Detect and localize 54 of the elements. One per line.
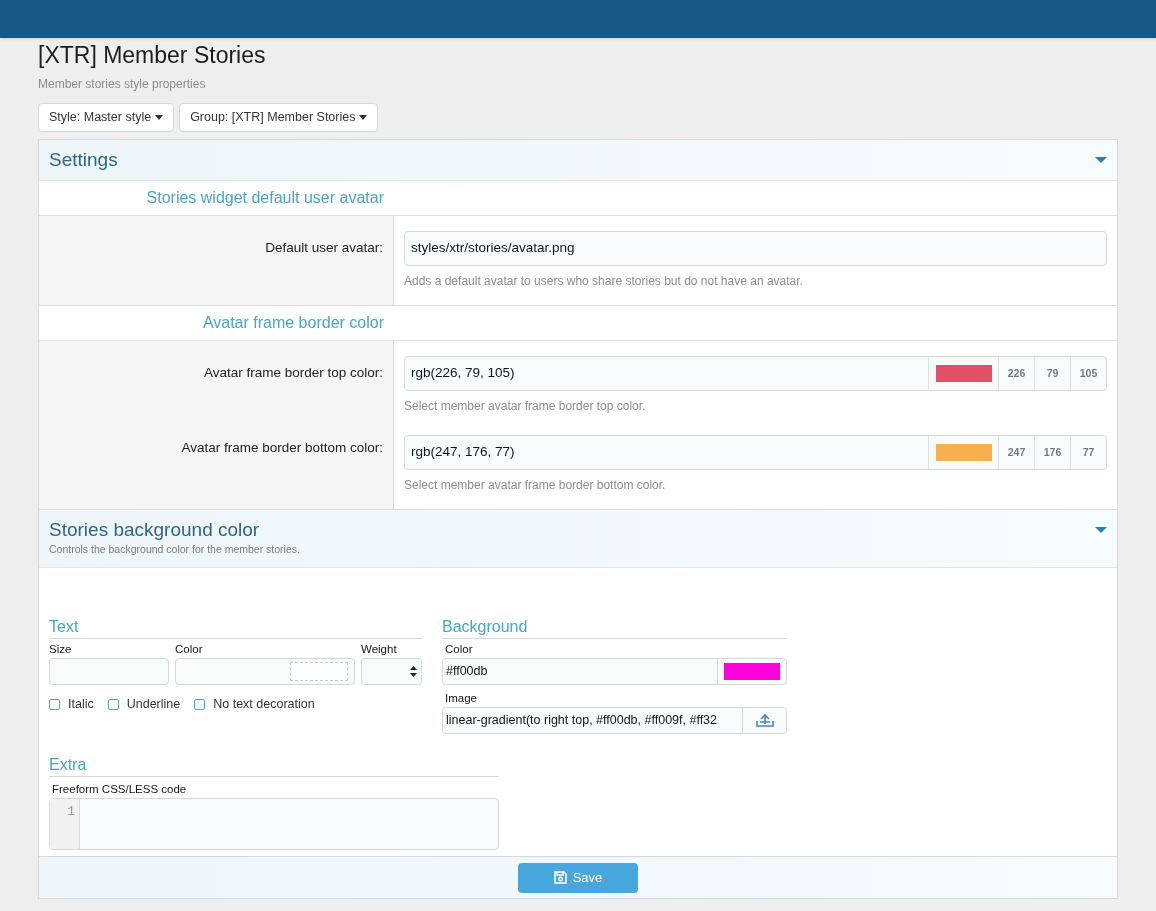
checkbox[interactable] [194, 698, 206, 710]
caret-icon [359, 115, 368, 120]
field-label: Size [49, 642, 73, 657]
channel-value: 226 [998, 357, 1034, 390]
field-label: Image [444, 691, 478, 706]
field-hint: Select member avatar frame border bottom color. [404, 477, 667, 494]
filter-button[interactable]: Group: [XTR] Member Stories [179, 103, 379, 132]
page-description: Member stories style properties [38, 76, 207, 93]
field-hint: Adds a default avatar to users who share stories but do not have an avatar. [404, 273, 804, 290]
channel-value: 79 [1034, 357, 1070, 390]
channel-value: 105 [1070, 357, 1106, 390]
field-label: Weight [361, 642, 398, 657]
filter-button[interactable]: Style: Master style [38, 103, 175, 132]
checkbox[interactable] [107, 698, 119, 710]
weight-select[interactable] [361, 658, 422, 685]
channel-value: 247 [998, 436, 1034, 469]
collapse-caret-icon[interactable] [1095, 156, 1107, 164]
color-swatch[interactable] [935, 365, 992, 382]
group-heading: Avatar frame border color [201, 313, 384, 333]
section-heading: Background [442, 616, 787, 639]
checkbox[interactable] [49, 698, 60, 710]
color-swatch[interactable] [724, 663, 780, 680]
caret-icon [155, 115, 164, 120]
field-label: Color [175, 642, 204, 657]
field-label: Avatar frame border top color: [202, 364, 384, 383]
field-label: Default user avatar: [264, 239, 384, 258]
field-label: Freeform CSS/LESS code [51, 782, 188, 797]
section-heading: Text [49, 616, 422, 639]
channel-value: 77 [1070, 436, 1106, 469]
panel-title: Stories background color [49, 518, 261, 542]
group-heading: Stories widget default user avatar [145, 188, 384, 208]
size-input[interactable] [49, 658, 169, 685]
color-swatch[interactable] [935, 444, 992, 461]
field-hint: Select member avatar frame border top color. [404, 398, 647, 415]
color-input[interactable] [175, 658, 355, 685]
color-input[interactable]: rgb(247, 176, 77) 247 176 77 [404, 435, 1107, 470]
field-label: Avatar frame border bottom color: [180, 439, 384, 458]
empty-swatch[interactable] [290, 662, 348, 681]
section-heading: Extra [49, 754, 499, 777]
channel-value: 176 [1034, 436, 1070, 469]
panel-description: Controls the background color for the member stories. [49, 542, 300, 557]
checkbox-label: Italic [68, 696, 94, 713]
field-label: Color [444, 642, 474, 657]
line-number: 1 [67, 805, 75, 818]
checkbox-label: No text decoration [213, 696, 315, 713]
save-icon [553, 871, 567, 884]
color-input[interactable]: rgb(226, 79, 105) 226 79 105 [404, 356, 1107, 391]
collapse-caret-icon[interactable] [1095, 526, 1107, 534]
text-input[interactable]: styles/xtr/stories/avatar.png [404, 231, 1107, 266]
checkbox-label: Underline [126, 696, 181, 713]
sort-icon [410, 666, 417, 677]
color-input[interactable]: #ff00db [442, 658, 787, 685]
panel-title: Settings [49, 147, 118, 172]
page-title: [XTR] Member Stories [38, 41, 267, 70]
